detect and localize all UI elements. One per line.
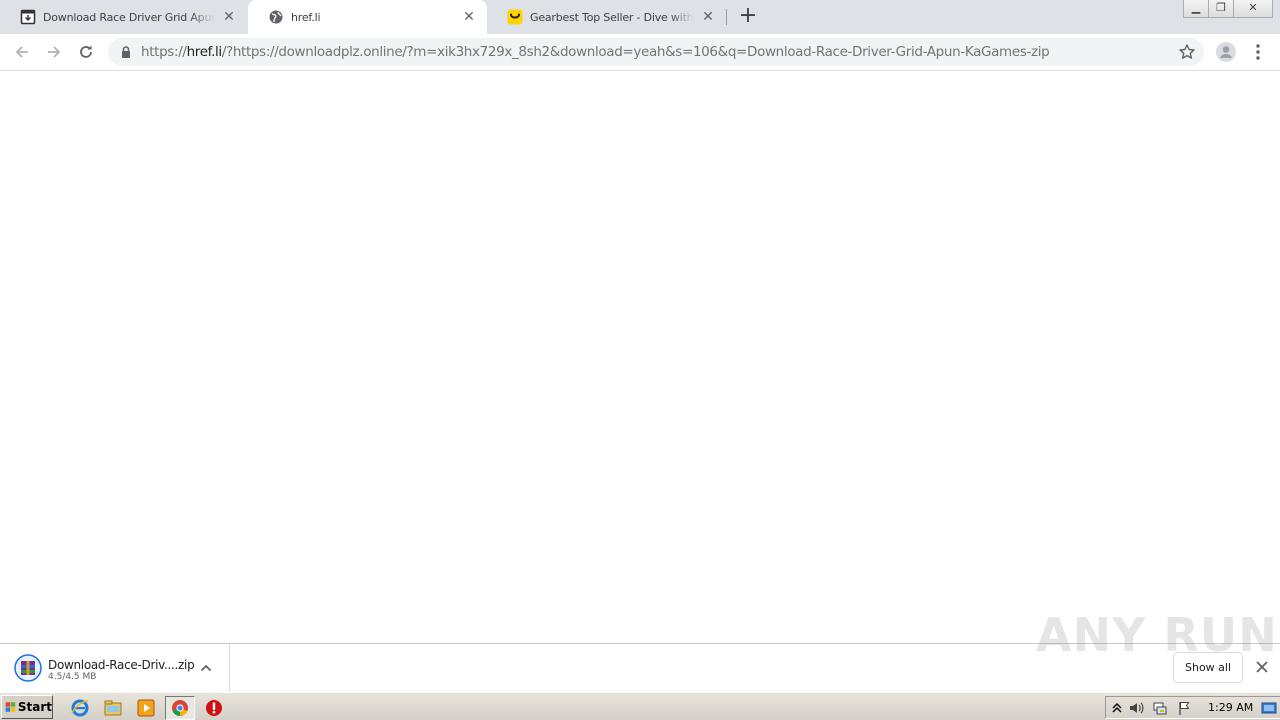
- url-host: href.li: [186, 44, 223, 60]
- close-icon[interactable]: ✕: [221, 9, 237, 25]
- globe-icon: [268, 9, 284, 25]
- tab-download-race-driver[interactable]: Download Race Driver Grid Apun KaGames ✕: [0, 0, 247, 34]
- reload-icon: [80, 45, 92, 58]
- network-icon[interactable]: [1152, 700, 1168, 716]
- chevron-up-icon[interactable]: [198, 660, 214, 676]
- forward-button[interactable]: [42, 40, 66, 64]
- file-explorer-icon[interactable]: [102, 697, 124, 719]
- close-icon[interactable]: ✕: [700, 9, 716, 25]
- internet-explorer-icon[interactable]: [69, 697, 91, 719]
- restore-button[interactable]: ❐: [1208, 0, 1234, 18]
- close-icon[interactable]: ✕: [461, 9, 477, 25]
- back-button[interactable]: [10, 40, 34, 64]
- kebab-menu-icon[interactable]: [1252, 42, 1264, 62]
- download-shelf: ANY RUN Download-Race-Driv....zip 4.5/4.…: [0, 608, 1280, 691]
- system-tray: 1:29 AM: [1105, 696, 1280, 719]
- tab-title: href.li: [291, 10, 321, 24]
- address-bar[interactable]: https://href.li/?https://downloadplz.onl…: [108, 38, 1204, 66]
- document-download-icon: [20, 9, 36, 25]
- reload-button[interactable]: [74, 40, 98, 64]
- tab-title: Download Race Driver Grid Apun KaGames: [43, 10, 215, 24]
- gearbest-smile-icon: [507, 9, 523, 25]
- action-center-flag-icon[interactable]: [1177, 700, 1193, 716]
- close-window-button[interactable]: ✕: [1233, 0, 1273, 18]
- lock-icon: [122, 46, 130, 58]
- media-player-icon[interactable]: [135, 697, 157, 719]
- tab-title: Gearbest Top Seller - Dive with the Gear…: [530, 10, 694, 24]
- bookmark-star-icon[interactable]: [1178, 43, 1196, 61]
- chrome-taskbar-icon[interactable]: [165, 696, 195, 720]
- tab-strip: Download Race Driver Grid Apun KaGames ✕…: [0, 0, 1280, 34]
- taskbar: Start 1:29 AM: [0, 692, 1280, 720]
- url-path: /?https://downloadplz.online/?m=xik3hx72…: [221, 44, 1050, 60]
- tab-gearbest[interactable]: Gearbest Top Seller - Dive with the Gear…: [487, 0, 726, 34]
- start-label: Start: [17, 700, 52, 714]
- arrow-right-icon: [48, 46, 61, 58]
- volume-icon[interactable]: [1128, 700, 1144, 716]
- download-item[interactable]: Download-Race-Driv....zip 4.5/4.5 MB: [0, 644, 230, 691]
- show-hidden-icons-icon[interactable]: [1109, 700, 1125, 716]
- download-size: 4.5/4.5 MB: [48, 672, 97, 682]
- stop-sign-icon[interactable]: [203, 697, 225, 719]
- minimize-button[interactable]: ▁: [1183, 0, 1209, 18]
- tab-href-li[interactable]: href.li ✕: [248, 0, 487, 34]
- new-tab-button[interactable]: +: [736, 5, 760, 29]
- profile-avatar-icon[interactable]: [1215, 41, 1237, 63]
- show-desktop-icon[interactable]: [1261, 700, 1277, 716]
- download-filename: Download-Race-Driv....zip: [48, 658, 195, 672]
- winrar-archive-icon: [14, 654, 42, 682]
- close-icon[interactable]: [1254, 659, 1270, 675]
- tab-separator: [726, 9, 727, 25]
- windows-flag-icon: [5, 702, 16, 712]
- taskbar-clock[interactable]: 1:29 AM: [1208, 701, 1253, 714]
- browser-toolbar: https://href.li/?https://downloadplz.onl…: [0, 34, 1280, 71]
- url-scheme: https://: [141, 44, 187, 60]
- page-content: [0, 72, 1280, 643]
- start-button[interactable]: Start: [1, 695, 53, 719]
- show-all-button[interactable]: Show all: [1173, 652, 1243, 683]
- arrow-left-icon: [15, 46, 28, 58]
- url-text: https://href.li/?https://downloadplz.onl…: [141, 44, 1050, 60]
